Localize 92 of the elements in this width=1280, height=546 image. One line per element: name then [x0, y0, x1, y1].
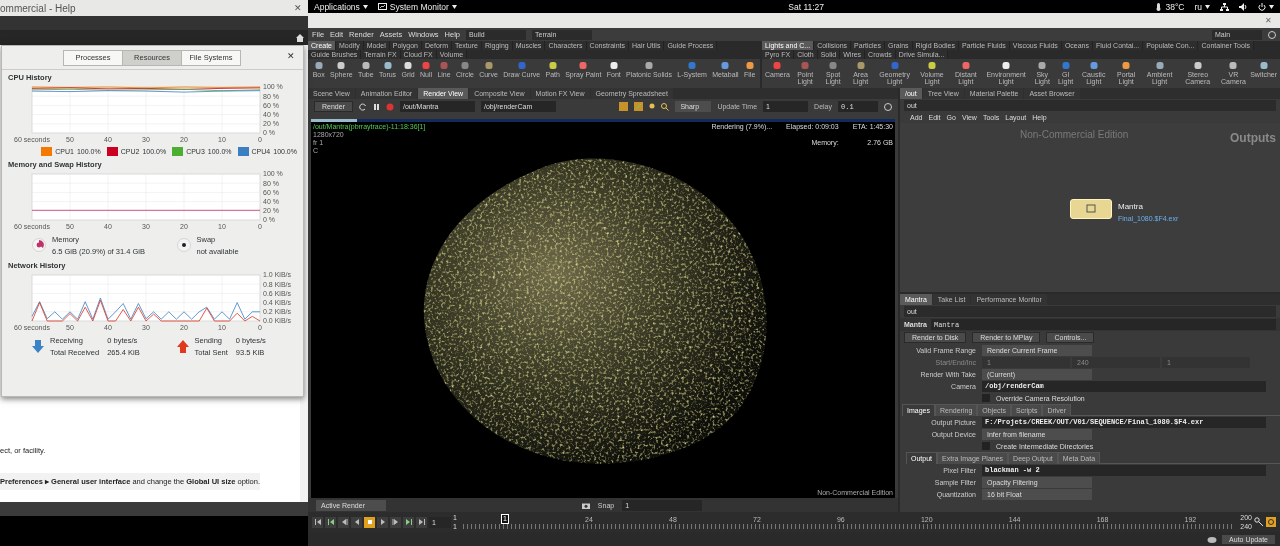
mantra-node[interactable]	[1070, 198, 1112, 219]
shelf-tool-icon	[1192, 61, 1203, 70]
window-title: ommercial - Help	[0, 2, 76, 14]
prev-key-icon	[326, 518, 335, 526]
transport-button[interactable]	[312, 516, 323, 528]
shelf-tool-icon	[1037, 61, 1048, 70]
shelf-tool-icon	[608, 61, 619, 70]
shelf-tool-icon	[720, 61, 731, 70]
memory-pie-icon	[32, 238, 46, 252]
up-arrow-icon	[176, 339, 189, 353]
swap-icon	[176, 238, 191, 252]
language-menu[interactable]: ru	[1194, 1, 1210, 12]
shelf-tool-icon	[1121, 61, 1132, 70]
caret-icon	[362, 4, 368, 9]
transport-button[interactable]	[403, 516, 414, 528]
edition-watermark: Non-Commercial Edition	[1020, 128, 1129, 140]
shelf-tool-icon	[547, 61, 558, 70]
shelf-tool-icon	[1154, 61, 1165, 70]
shelf-tool-icon	[828, 61, 839, 70]
shelf-tool-icon	[687, 61, 698, 70]
home-icon[interactable]	[296, 33, 304, 42]
shelf-tool-icon	[1088, 61, 1099, 70]
thermometer-icon	[1155, 2, 1163, 11]
shelf-tool-icon	[644, 61, 655, 70]
step-icon	[391, 518, 400, 526]
shelf-tool-icon	[313, 61, 324, 70]
shelf-tool-icon	[800, 61, 811, 70]
last-icon	[417, 518, 426, 526]
power-menu[interactable]	[1258, 2, 1274, 11]
camera-icon[interactable]	[581, 501, 590, 509]
stop-icon	[365, 518, 374, 526]
shelf-tool-icon	[403, 61, 414, 70]
transport-button[interactable]	[325, 516, 336, 528]
network-icon[interactable]	[1220, 2, 1229, 11]
shelf-tool-icon	[855, 61, 866, 70]
shelf-tool-icon	[360, 61, 371, 70]
cancel-icon[interactable]	[385, 102, 394, 111]
down-arrow-icon	[32, 339, 44, 353]
shelf-tool-icon	[459, 61, 470, 70]
power-icon	[1258, 2, 1266, 11]
shelf-tool-icon	[578, 61, 589, 70]
checkbox[interactable]	[982, 394, 990, 402]
caret-icon	[1269, 4, 1274, 9]
shelf-tool-icon	[960, 61, 971, 70]
shelf-tool-icon	[483, 61, 494, 70]
shelf-tool-icon	[927, 61, 937, 70]
toggle-icon[interactable]	[634, 102, 644, 112]
transport-button[interactable]	[364, 516, 375, 528]
shelf-tool-icon	[1228, 61, 1239, 70]
transport-button[interactable]	[377, 516, 388, 528]
pause-icon[interactable]	[372, 102, 380, 111]
shelf-tool-icon	[336, 61, 347, 70]
checkbox[interactable]	[982, 442, 990, 450]
zoom-icon[interactable]	[661, 102, 670, 111]
refresh-icon[interactable]	[358, 102, 367, 111]
node-name: Mantra	[1118, 201, 1144, 211]
shelf-tool-icon	[1258, 61, 1269, 70]
temperature-indicator[interactable]: 38°C	[1155, 1, 1185, 12]
close-button[interactable]: ✕	[287, 51, 295, 61]
close-icon[interactable]: ✕	[294, 3, 302, 13]
transport-button[interactable]	[390, 516, 401, 528]
shelf-tool-icon	[1001, 61, 1012, 70]
next-key-icon	[404, 518, 413, 526]
play-icon	[378, 518, 387, 526]
shelf-tool-icon	[516, 61, 527, 70]
transport-button[interactable]	[416, 516, 427, 528]
applications-menu[interactable]: Applications	[314, 1, 368, 12]
cloud-icon[interactable]	[1207, 535, 1218, 543]
shelf-tool-icon	[772, 61, 783, 70]
transport-button[interactable]	[338, 516, 349, 528]
toggle-icon[interactable]	[619, 102, 629, 112]
shelf-tool-icon	[382, 61, 393, 70]
caret-icon	[451, 4, 457, 9]
clock[interactable]: Sat 11:27	[788, 1, 825, 12]
app-menu[interactable]: System Monitor	[377, 1, 457, 12]
shelf-tool-icon	[1060, 61, 1071, 70]
transport-button[interactable]	[351, 516, 362, 528]
monitor-icon	[377, 2, 387, 11]
first-icon	[313, 518, 322, 526]
context-label: Outputs	[1230, 130, 1276, 145]
shelf-tool-icon	[744, 61, 755, 70]
caret-icon	[1205, 4, 1210, 9]
help-icon[interactable]	[884, 102, 892, 111]
help-icon[interactable]	[1268, 30, 1276, 39]
settings-icon[interactable]	[1266, 517, 1276, 527]
shelf-tool-icon	[421, 61, 432, 70]
key-icon[interactable]	[1254, 517, 1264, 527]
shelf-tool-icon	[889, 61, 900, 70]
close-icon[interactable]: ✕	[1265, 16, 1272, 25]
shelf-tool-icon	[439, 61, 449, 70]
volume-icon[interactable]	[1239, 2, 1248, 11]
node-icon	[1086, 204, 1096, 214]
